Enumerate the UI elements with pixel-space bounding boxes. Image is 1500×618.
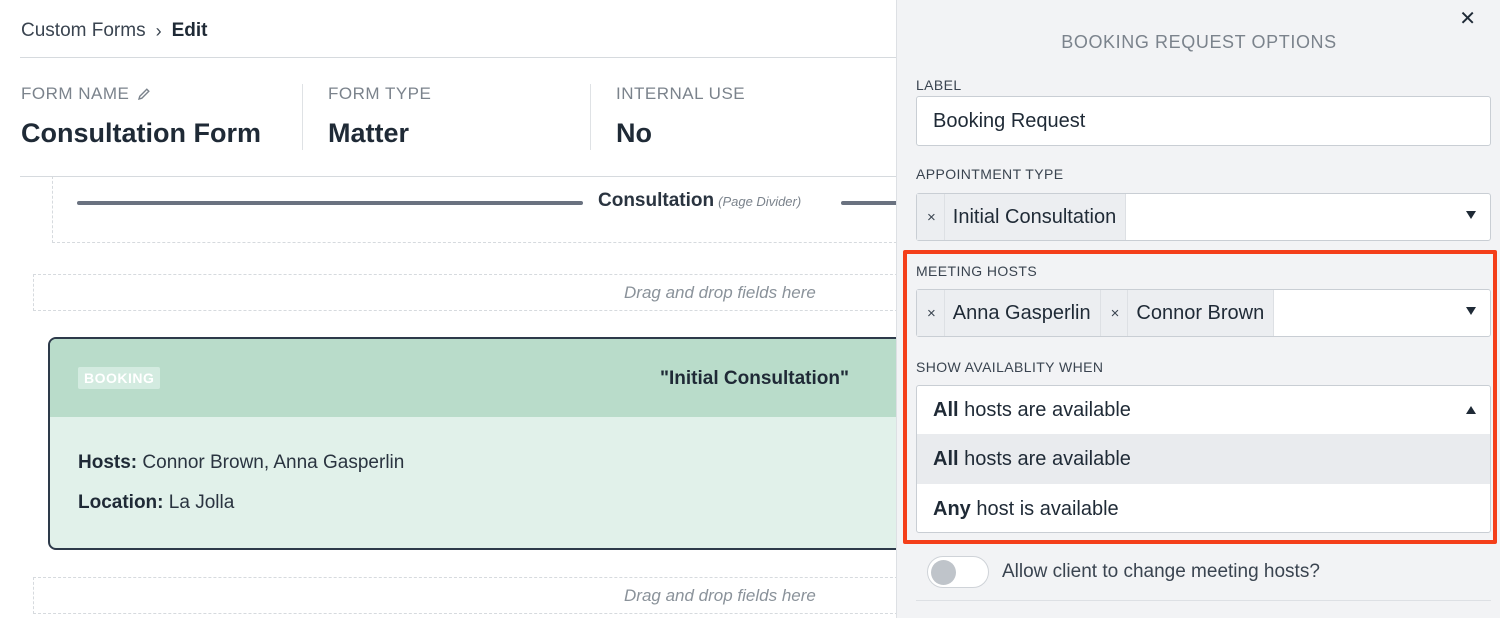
close-icon[interactable]: ✕	[1459, 6, 1476, 31]
page-divider-field[interactable]: Consultation (Page Divider)	[52, 176, 912, 243]
page-divider-note: (Page Divider)	[718, 194, 802, 209]
booking-hosts-row: Hosts: Connor Brown, Anna Gasperlin	[78, 452, 404, 474]
chip-label: Anna Gasperlin	[952, 301, 1091, 324]
booking-options-panel: ✕ BOOKING REQUEST OPTIONS LABEL APPOINTM…	[896, 0, 1500, 618]
allow-change-hosts-row: Allow client to change meeting hosts?	[927, 556, 1320, 588]
booking-field-card[interactable]: BOOKING "Initial Consultation" Hosts: Co…	[48, 337, 914, 550]
breadcrumb-parent-link[interactable]: Custom Forms	[21, 20, 146, 42]
appointment-type-select[interactable]: × Initial Consultation	[916, 193, 1491, 241]
page-divider-line	[841, 201, 901, 205]
toggle-knob	[931, 560, 956, 585]
remove-chip-icon[interactable]: ×	[917, 194, 945, 240]
meeting-host-chip: × Anna Gasperlin	[917, 290, 1101, 336]
option-rest: host is available	[970, 498, 1119, 520]
remove-chip-icon[interactable]: ×	[1101, 290, 1129, 336]
form-name-value: Consultation Form	[21, 118, 261, 148]
page-divider-title-text: Consultation	[598, 190, 715, 211]
meeting-hosts-select[interactable]: × Anna Gasperlin × Connor Brown	[916, 289, 1491, 337]
internal-use-label: INTERNAL USE	[616, 84, 746, 103]
chevron-right-icon: ›	[155, 20, 162, 41]
form-name-section: FORM NAME Consultation Form	[21, 84, 261, 149]
booking-title: "Initial Consultation"	[660, 368, 850, 389]
selected-value-rest: hosts are available	[958, 399, 1131, 421]
chip-label: Initial Consultation	[952, 205, 1117, 228]
breadcrumb: Custom Forms › Edit	[21, 20, 207, 42]
booking-badge: BOOKING	[78, 367, 161, 389]
form-name-label-text: FORM NAME	[21, 84, 130, 103]
page-divider-title: Consultation (Page Divider)	[598, 190, 801, 212]
booking-location-label: Location:	[78, 492, 164, 513]
option-strong: Any	[933, 498, 971, 520]
option-strong: All	[933, 448, 959, 470]
booking-location-row: Location: La Jolla	[78, 492, 234, 514]
internal-use-value: No	[616, 118, 652, 148]
show-availability-current[interactable]: All hosts are available	[917, 386, 1490, 434]
form-type-section: FORM TYPE Matter	[328, 84, 431, 149]
toggle-label: Allow client to change meeting hosts?	[1002, 561, 1320, 582]
field-dropzone[interactable]: Drag and drop fields here	[33, 577, 913, 614]
caret-up-icon[interactable]	[1466, 406, 1476, 414]
appointment-type-label: APPOINTMENT TYPE	[916, 166, 1064, 182]
chip-label: Connor Brown	[1136, 301, 1265, 324]
dropzone-text: Drag and drop fields here	[624, 586, 816, 605]
panel-title: BOOKING REQUEST OPTIONS	[1061, 32, 1337, 52]
label-input[interactable]	[916, 96, 1491, 146]
selected-value-strong: All	[933, 399, 959, 421]
show-availability-select[interactable]: All hosts are available All hosts are av…	[916, 385, 1491, 533]
option-any-host[interactable]: Any host is available	[917, 484, 1490, 534]
label-field-label: LABEL	[916, 77, 962, 93]
appointment-type-chip: × Initial Consultation	[917, 194, 1127, 240]
show-availability-label: SHOW AVAILABLITY WHEN	[916, 359, 1104, 375]
page-divider-line	[77, 201, 583, 205]
dropzone-text: Drag and drop fields here	[624, 283, 816, 302]
field-dropzone[interactable]: Drag and drop fields here	[33, 274, 913, 311]
divider	[20, 57, 896, 58]
booking-location-value: La Jolla	[168, 492, 235, 513]
meeting-hosts-label: MEETING HOSTS	[916, 263, 1038, 279]
option-all-hosts[interactable]: All hosts are available	[917, 434, 1490, 484]
remove-chip-icon[interactable]: ×	[917, 290, 945, 336]
meeting-host-chip: × Connor Brown	[1100, 290, 1275, 336]
divider	[916, 600, 1491, 601]
form-type-label: FORM TYPE	[328, 84, 432, 103]
divider	[302, 84, 303, 150]
form-type-value: Matter	[328, 118, 410, 148]
breadcrumb-current: Edit	[171, 20, 208, 41]
option-rest: hosts are available	[958, 448, 1131, 470]
pencil-icon[interactable]	[137, 87, 151, 101]
internal-use-section: INTERNAL USE No	[616, 84, 745, 149]
caret-down-icon[interactable]	[1466, 211, 1476, 219]
divider	[590, 84, 591, 150]
booking-hosts-value: Connor Brown, Anna Gasperlin	[142, 452, 405, 473]
form-name-label: FORM NAME	[21, 84, 261, 104]
booking-hosts-label: Hosts:	[78, 452, 138, 473]
caret-down-icon[interactable]	[1466, 307, 1476, 315]
booking-card-header: BOOKING "Initial Consultation"	[50, 339, 912, 417]
allow-change-hosts-toggle[interactable]	[927, 556, 989, 588]
